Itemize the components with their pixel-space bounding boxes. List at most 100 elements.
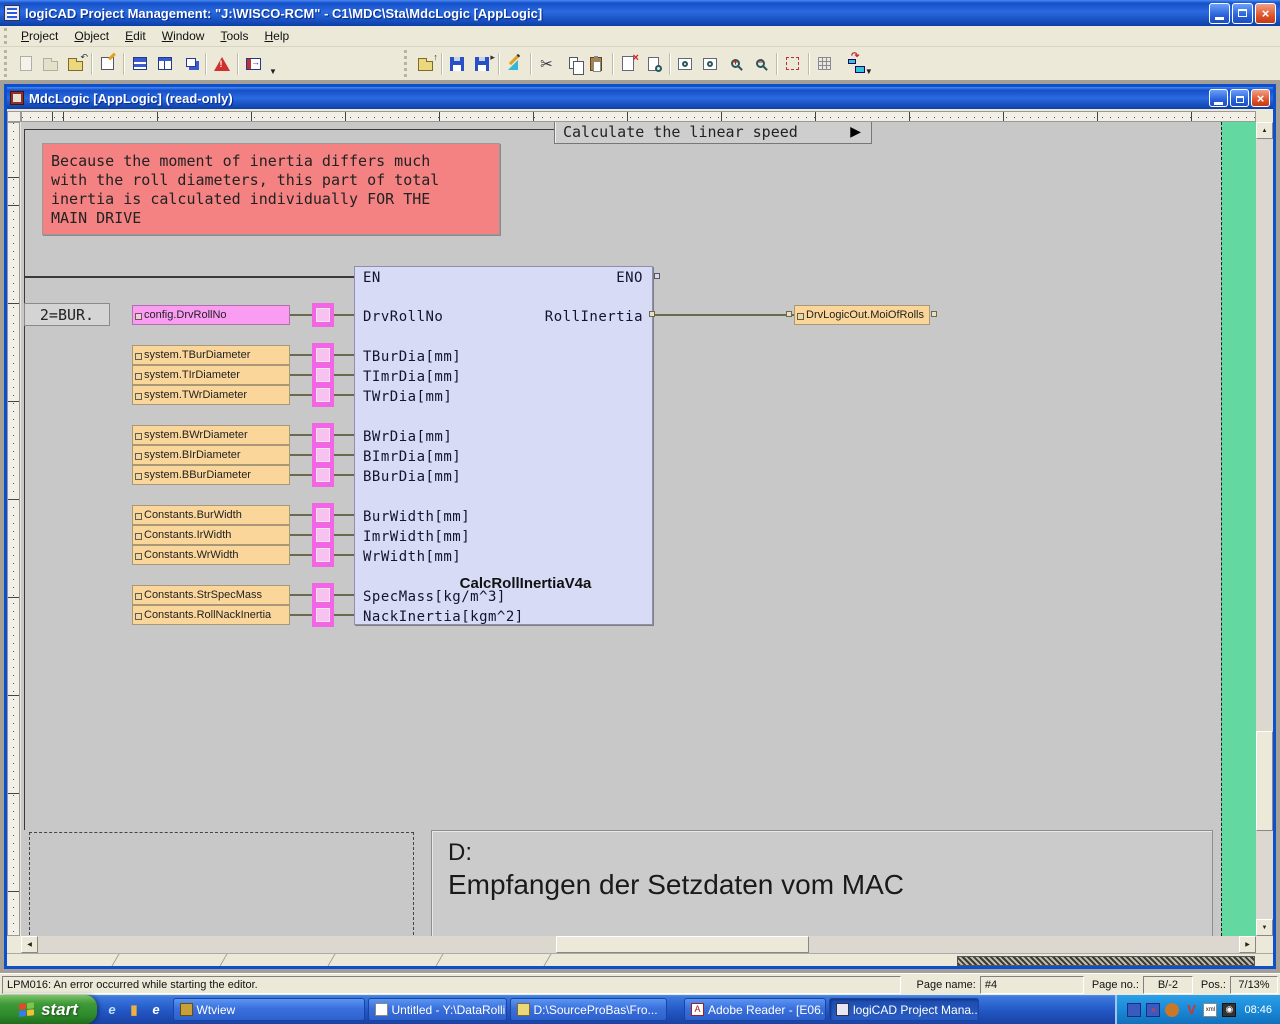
io-box[interactable]: system.BBurDiameter [132, 465, 290, 485]
zoom-out-icon[interactable]: − [748, 51, 773, 76]
io-box[interactable]: Constants.BurWidth [132, 505, 290, 525]
function-block[interactable]: EN ENO DrvRollNo RollInertia TBurDia[mm]… [354, 266, 653, 625]
autoconnect-icon[interactable] [837, 51, 862, 76]
task-button-active[interactable]: logiCAD Project Mana... [829, 998, 979, 1021]
zoom-window-icon[interactable] [673, 51, 698, 76]
start-button[interactable]: start [0, 995, 97, 1024]
close-button[interactable]: × [1255, 3, 1276, 24]
horizontal-scrollbar[interactable]: ◀ ▶ [21, 936, 1256, 953]
cascade-windows-icon[interactable] [177, 51, 202, 76]
io-box[interactable]: system.TWrDiameter [132, 385, 290, 405]
io-box[interactable]: system.TIrDiameter [132, 365, 290, 385]
offpage-area [1221, 122, 1256, 936]
scroll-right-icon[interactable]: ▶ [1239, 936, 1256, 953]
quick-launch-app-icon[interactable]: ▮ [125, 1001, 143, 1019]
vertical-ruler [7, 122, 20, 936]
editor-client: Calculate the linear speed ▶ Because the… [7, 109, 1273, 966]
open-project-icon[interactable] [38, 51, 63, 76]
vertical-scrollbar[interactable]: ▲ ▼ [1256, 122, 1273, 936]
io-box[interactable]: system.TBurDiameter [132, 345, 290, 365]
delete-object-icon[interactable]: × [616, 51, 641, 76]
xml-icon[interactable]: xml [1203, 1003, 1217, 1017]
linear-speed-label: Calculate the linear speed [563, 123, 798, 141]
menu-tools[interactable]: Tools [212, 27, 256, 45]
io-box[interactable]: Constants.WrWidth [132, 545, 290, 565]
page-no-value: B/-2 [1143, 976, 1193, 994]
window-navigator-icon[interactable] [241, 51, 266, 76]
comment-box[interactable]: Because the moment of inertia differs mu… [42, 143, 500, 235]
linear-speed-comment-box[interactable]: Calculate the linear speed ▶ [554, 122, 872, 144]
description-box[interactable]: D: Empfangen der Setzdaten vom MAC [431, 830, 1213, 936]
folder-icon [517, 1003, 530, 1016]
tile-vertical-icon[interactable] [152, 51, 177, 76]
mdi-restore-button[interactable] [1230, 89, 1249, 107]
save-all-icon[interactable]: ▸ [470, 51, 495, 76]
menu-help[interactable]: Help [256, 27, 297, 45]
scroll-up-icon[interactable]: ▲ [1256, 122, 1273, 139]
io-box[interactable]: Constants.IrWidth [132, 525, 290, 545]
block-input: BurWidth[mm] [363, 509, 470, 525]
ruler-corner [7, 111, 21, 122]
page-tab-strip[interactable] [7, 953, 1273, 966]
grid-icon[interactable] [812, 51, 837, 76]
mdi-close-button[interactable]: × [1251, 89, 1270, 107]
antivirus-icon[interactable]: V [1184, 1003, 1198, 1017]
zoom-in-icon[interactable]: + [723, 51, 748, 76]
connector-pin [316, 448, 330, 462]
logic-canvas[interactable]: Calculate the linear speed ▶ Because the… [21, 122, 1256, 936]
cut-icon[interactable]: ✂ [534, 51, 559, 76]
io-box[interactable]: Constants.StrSpecMass [132, 585, 290, 605]
open-file-icon[interactable]: ↶ [63, 51, 88, 76]
tile-horizontal-icon[interactable] [127, 51, 152, 76]
save-icon[interactable] [445, 51, 470, 76]
task-button[interactable]: D:\SourceProBas\Fro... [510, 998, 667, 1021]
scroll-left-icon[interactable]: ◀ [21, 936, 38, 953]
paste-icon[interactable] [584, 51, 609, 76]
toolbar-grip-1[interactable] [4, 50, 9, 76]
network-error-icon[interactable]: × [1146, 1003, 1160, 1017]
task-button[interactable]: A Adobe Reader - [E06... [684, 998, 826, 1021]
logicad-icon [836, 1003, 849, 1016]
vertical-scroll-thumb[interactable] [1256, 731, 1273, 831]
toolbar-grip-2[interactable] [404, 50, 409, 76]
connector-pin [316, 468, 330, 482]
new-document-icon[interactable] [13, 51, 38, 76]
menu-project[interactable]: Project [13, 27, 66, 45]
connector-pin [316, 388, 330, 402]
menu-edit[interactable]: Edit [117, 27, 154, 45]
quick-launch-ie-icon[interactable]: e [103, 1001, 121, 1019]
horizontal-scroll-thumb[interactable] [556, 936, 809, 953]
bur-label-box[interactable]: 2=BUR. [24, 303, 110, 326]
quick-launch-browser-icon[interactable]: e [147, 1001, 165, 1019]
preview-icon[interactable] [641, 51, 666, 76]
zoom-fit-icon[interactable] [780, 51, 805, 76]
mdi-minimize-button[interactable] [1209, 89, 1228, 107]
menu-object[interactable]: Object [66, 27, 117, 45]
zoom-selection-icon[interactable] [698, 51, 723, 76]
main-titlebar: logiCAD Project Management: "J:\WISCO-RC… [0, 0, 1280, 26]
description-line2: Empfangen der Setzdaten vom MAC [448, 869, 904, 901]
menu-grip[interactable] [4, 28, 9, 44]
copy-icon[interactable] [559, 51, 584, 76]
io-box[interactable]: Constants.RollNackInertia [132, 605, 290, 625]
properties-icon[interactable] [95, 51, 120, 76]
io-box[interactable]: config.DrvRollNo [132, 305, 290, 325]
dropdown-caret-icon[interactable]: ▼ [266, 67, 280, 76]
block-input: DrvRollNo [363, 309, 443, 325]
display-icon[interactable]: ◉ [1222, 1003, 1236, 1017]
block-en: EN [363, 270, 381, 286]
draw-edit-icon[interactable] [502, 51, 527, 76]
menu-window[interactable]: Window [154, 27, 213, 45]
io-box[interactable]: system.BIrDiameter [132, 445, 290, 465]
warning-icon[interactable] [209, 51, 234, 76]
minimize-button[interactable] [1209, 3, 1230, 24]
task-button[interactable]: Wtview [173, 998, 365, 1021]
task-button[interactable]: Untitled - Y:\DataRolli... [368, 998, 507, 1021]
audio-icon[interactable] [1165, 1003, 1179, 1017]
io-box[interactable]: system.BWrDiameter [132, 425, 290, 445]
scroll-down-icon[interactable]: ▼ [1256, 919, 1273, 936]
folder-up-icon[interactable]: ↑ [413, 51, 438, 76]
network-icon[interactable] [1127, 1003, 1141, 1017]
output-box[interactable]: DrvLogicOut.MoiOfRolls [794, 305, 930, 325]
maximize-button[interactable] [1232, 3, 1253, 24]
